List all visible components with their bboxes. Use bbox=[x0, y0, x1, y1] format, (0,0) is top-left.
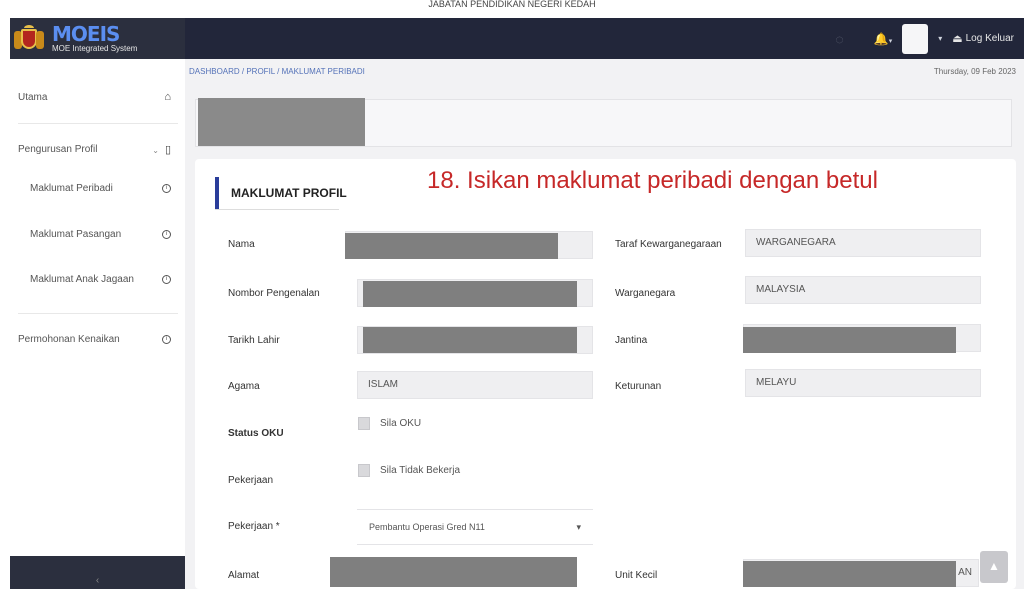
warganegara-field[interactable]: MALAYSIA bbox=[745, 276, 981, 304]
sidebar-item-maklumat-anak-jagaan[interactable]: Maklumat Anak Jagaan i bbox=[30, 274, 171, 285]
label-keturunan: Keturunan bbox=[615, 381, 662, 392]
sidebar-item-label: Permohonan Kenaikan bbox=[18, 334, 120, 345]
logout-label: Log Keluar bbox=[965, 33, 1014, 44]
instruction-annotation: 18. Isikan maklumat peribadi dengan betu… bbox=[427, 167, 878, 194]
sidebar-item-maklumat-peribadi[interactable]: Maklumat Peribadi i bbox=[30, 183, 171, 194]
scroll-to-top-button[interactable]: ▲ bbox=[980, 551, 1008, 583]
redacted-jantina bbox=[743, 327, 956, 353]
bekerja-checkbox[interactable] bbox=[358, 464, 370, 477]
document-icon: ⌄ ▯ bbox=[152, 144, 171, 156]
label-warganegara: Warganegara bbox=[615, 288, 676, 299]
label-nama: Nama bbox=[228, 239, 255, 250]
label-jantina: Jantina bbox=[615, 335, 648, 346]
home-icon: ⌂ bbox=[164, 91, 171, 103]
bekerja-checkbox-label: Sila Tidak Bekerja bbox=[380, 465, 461, 476]
main-content: DASHBOARD / PROFIL / MAKLUMAT PERIBADI T… bbox=[185, 59, 1024, 589]
top-header: MOEIS MOE Integrated System ◌ 🔔▾ ▾ ⏏ Log… bbox=[10, 18, 1024, 59]
label-tarikh-lahir: Tarikh Lahir bbox=[228, 335, 280, 346]
current-date: Thursday, 09 Feb 2023 bbox=[933, 67, 1016, 76]
label-status-oku: Status OKU bbox=[228, 428, 284, 439]
sidebar-item-utama[interactable]: Utama ⌂ bbox=[18, 91, 171, 103]
sidebar-item-label: Maklumat Peribadi bbox=[30, 183, 113, 194]
oku-checkbox-label: Sila OKU bbox=[380, 418, 422, 429]
brand-title: MOEIS bbox=[52, 22, 120, 46]
sidebar-item-label: Maklumat Pasangan bbox=[30, 229, 122, 240]
oku-checkbox[interactable] bbox=[358, 417, 370, 430]
keturunan-field[interactable]: MELAYU bbox=[745, 369, 981, 397]
sidebar-item-permohonan-kenaikan[interactable]: Permohonan Kenaikan i bbox=[18, 334, 171, 345]
info-icon: i bbox=[162, 184, 171, 193]
logout-button[interactable]: ⏏ Log Keluar bbox=[952, 32, 1014, 45]
bekerja-checkbox-row[interactable]: Sila Tidak Bekerja bbox=[358, 464, 460, 477]
redacted-block bbox=[198, 98, 365, 146]
chevron-down-icon: ⌄ bbox=[152, 146, 159, 155]
label-taraf-kewarganegaraan: Taraf Kewarganegaraan bbox=[615, 239, 722, 250]
chevron-down-icon: ▾ bbox=[576, 522, 581, 532]
sidebar-item-label: Utama bbox=[18, 91, 48, 103]
profile-card: MAKLUMAT PROFIL 18. Isikan maklumat peri… bbox=[195, 159, 1016, 589]
app-page: JABATAN PENDIDIKAN NEGERI KEDAH MOEIS MO… bbox=[0, 0, 1024, 611]
refresh-icon[interactable]: ◌ bbox=[835, 31, 843, 47]
taraf-kewarganegaraan-field[interactable]: WARGANEGARA bbox=[745, 229, 981, 257]
sidebar-item-pengurusan-profil[interactable]: Pengurusan Profil ⌄ ▯ bbox=[18, 143, 171, 156]
brand[interactable]: MOEIS MOE Integrated System bbox=[10, 18, 185, 59]
logout-icon: ⏏ bbox=[952, 33, 963, 45]
sidebar: Utama ⌂ Pengurusan Profil ⌄ ▯ Maklumat Pe… bbox=[10, 59, 185, 589]
user-menu-caret[interactable]: ▾ bbox=[938, 34, 942, 43]
label-nombor-pengenalan: Nombor Pengenalan bbox=[228, 288, 320, 299]
info-icon: i bbox=[162, 230, 171, 239]
breadcrumb[interactable]: DASHBOARD / PROFIL / MAKLUMAT PERIBADI bbox=[189, 67, 365, 76]
info-icon: i bbox=[162, 335, 171, 344]
sidebar-item-label: Maklumat Anak Jagaan bbox=[30, 274, 134, 285]
pekerjaan-selected-value: Pembantu Operasi Gred N11 bbox=[369, 522, 485, 532]
redacted-nombor-pengenalan bbox=[363, 281, 577, 307]
section-heading: MAKLUMAT PROFIL bbox=[215, 177, 347, 209]
sidebar-collapse-button[interactable]: ‹ bbox=[10, 556, 185, 589]
label-unit-kecil: Unit Kecil bbox=[615, 570, 658, 581]
redacted-unit-kecil bbox=[743, 561, 956, 587]
oku-checkbox-row[interactable]: Sila OKU bbox=[358, 417, 421, 430]
redacted-tarikh-lahir bbox=[363, 327, 577, 353]
redacted-alamat bbox=[330, 557, 577, 587]
malaysia-crest-logo bbox=[14, 24, 44, 53]
redacted-nama bbox=[345, 233, 558, 259]
sidebar-item-label: Pengurusan Profil bbox=[18, 144, 98, 155]
info-icon: i bbox=[162, 275, 171, 284]
agama-field[interactable]: ISLAM bbox=[357, 371, 593, 399]
top-caption: JABATAN PENDIDIKAN NEGERI KEDAH bbox=[428, 0, 596, 9]
brand-subtitle: MOE Integrated System bbox=[52, 44, 138, 53]
label-alamat: Alamat bbox=[228, 570, 260, 581]
label-pekerjaan-status: Pekerjaan bbox=[228, 475, 274, 486]
label-pekerjaan: Pekerjaan * bbox=[228, 521, 280, 532]
label-agama: Agama bbox=[228, 381, 260, 392]
avatar[interactable] bbox=[902, 23, 929, 54]
sidebar-item-maklumat-pasangan[interactable]: Maklumat Pasangan i bbox=[30, 229, 171, 240]
bell-icon[interactable]: 🔔▾ bbox=[874, 32, 892, 46]
pekerjaan-select[interactable]: Pembantu Operasi Gred N11 ▾ bbox=[357, 509, 593, 545]
